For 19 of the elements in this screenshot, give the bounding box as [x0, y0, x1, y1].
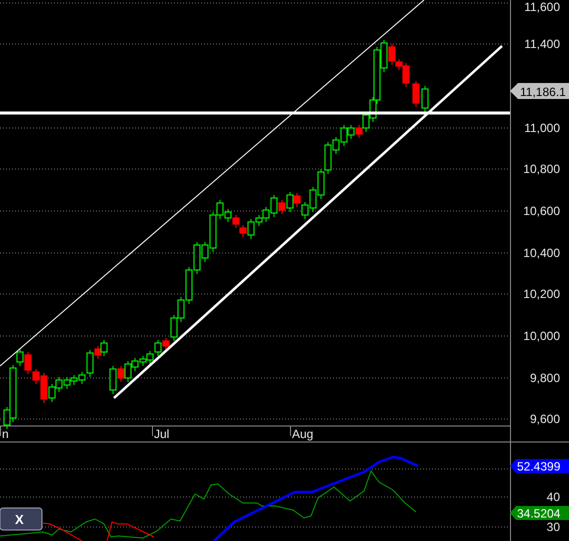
- date-axis-label: Aug: [292, 427, 314, 441]
- price-axis-label: 10,600: [523, 204, 560, 218]
- price-tag: 11,186.1: [510, 83, 569, 99]
- price-axis-label: 11,000: [524, 121, 560, 135]
- date-axis-label: n: [2, 427, 9, 441]
- indicator-axis-label: 40: [546, 490, 560, 504]
- close-button[interactable]: X: [0, 508, 42, 530]
- price-axis-label: 10,400: [523, 246, 560, 260]
- price-axis-label: 9,800: [530, 371, 560, 385]
- price-axis-label: 11,600: [524, 0, 560, 14]
- date-axis-label: Jul: [154, 427, 170, 441]
- price-axis-label: 10,000: [523, 329, 560, 343]
- price-axis-label: 11,400: [524, 37, 560, 51]
- price-axis-label: 10,800: [523, 162, 560, 176]
- indicator-axis-label: 30: [546, 520, 560, 534]
- value-tag: 34.5204: [510, 506, 569, 520]
- value-tag: 52.4399: [510, 459, 569, 474]
- price-axis-label: 9,600: [530, 412, 560, 426]
- price-axis-label: 10,200: [523, 287, 560, 301]
